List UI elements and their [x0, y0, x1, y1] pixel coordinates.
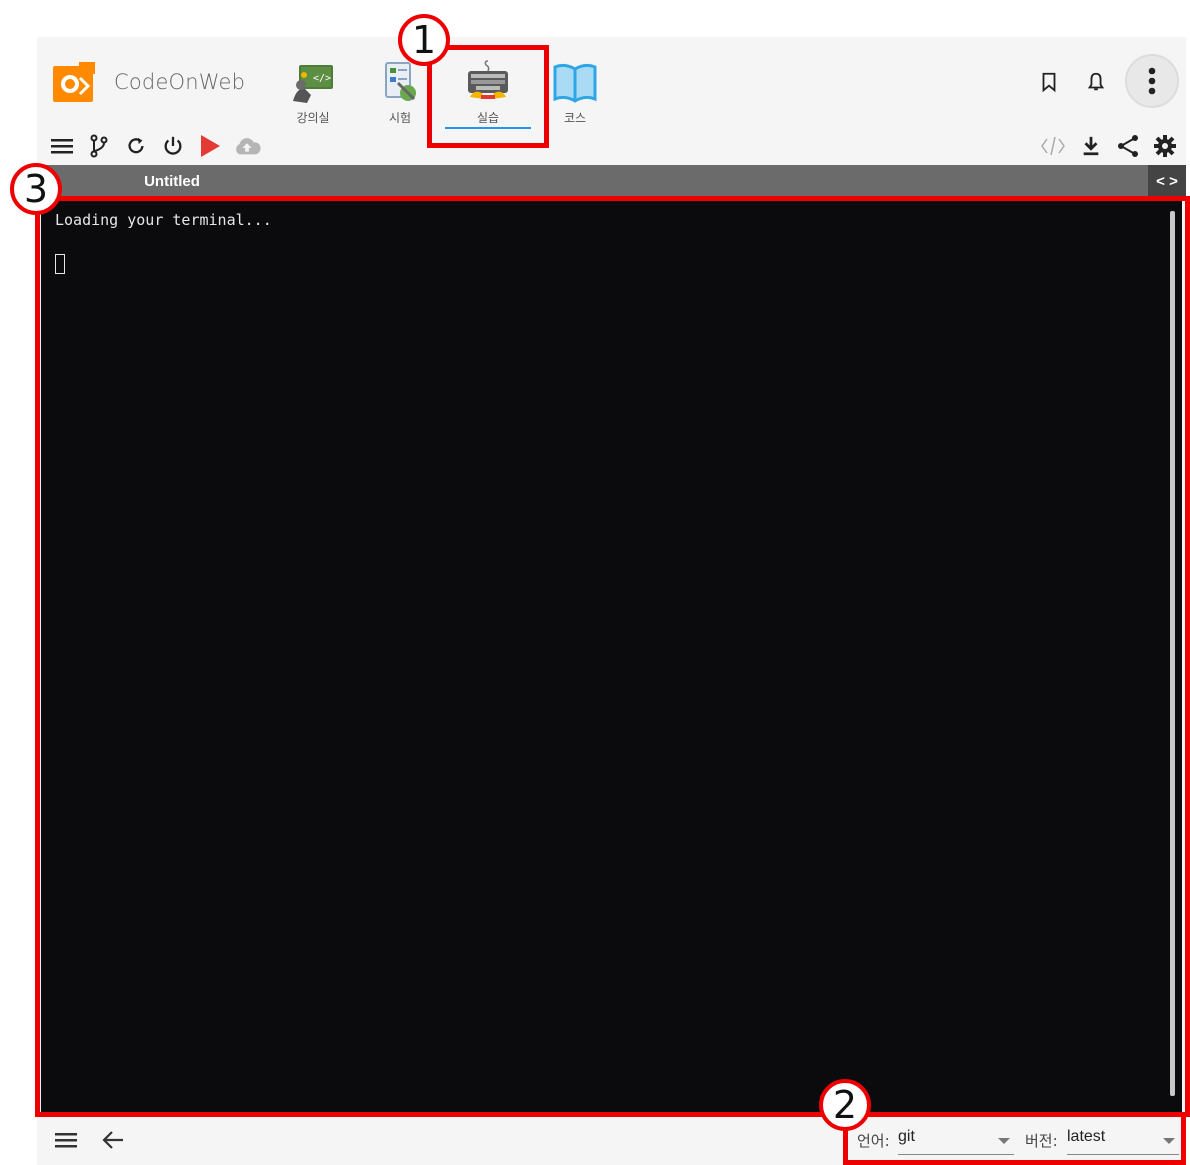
footer-menu-icon[interactable] [52, 1126, 80, 1154]
annotation-number-2: 2 [819, 1079, 871, 1131]
bookmark-icon[interactable] [1034, 67, 1064, 97]
gear-icon[interactable] [1151, 132, 1179, 160]
annotation-number-3: 3 [10, 163, 62, 215]
menu-icon[interactable] [48, 132, 76, 160]
power-icon[interactable] [159, 132, 187, 160]
tab-untitled[interactable]: Untitled [37, 165, 307, 197]
svg-text:</>: </> [313, 73, 331, 84]
toolbar [37, 132, 1186, 164]
branch-icon[interactable] [85, 132, 113, 160]
run-icon[interactable] [196, 132, 224, 160]
refresh-icon[interactable] [122, 132, 150, 160]
back-arrow-icon[interactable] [99, 1126, 127, 1154]
bell-icon[interactable] [1081, 67, 1111, 97]
expand-code-icon[interactable]: < > [1148, 165, 1186, 197]
more-vert-icon[interactable] [1125, 54, 1179, 108]
header: CodeOnWeb </> 강의실 시험 실습 코스 [37, 37, 1186, 165]
annotation-box-2 [843, 1112, 1186, 1165]
share-icon[interactable] [1114, 132, 1142, 160]
nav-label-classroom: 강의실 [296, 111, 330, 125]
classroom-icon: </> [293, 65, 333, 103]
exam-icon [385, 62, 416, 101]
annotation-number-1: 1 [398, 14, 450, 66]
brand-name: CodeOnWeb [114, 70, 246, 94]
annotation-box-3 [35, 196, 1190, 1117]
editor-tab-bar: Untitled < > [37, 165, 1186, 197]
download-icon[interactable] [1077, 132, 1105, 160]
annotation-box-1 [427, 45, 549, 148]
cloud-upload-icon[interactable] [233, 132, 261, 160]
code-icon[interactable] [1039, 132, 1067, 160]
codeonweb-logo[interactable] [53, 62, 95, 104]
nav-item-classroom[interactable]: </> 강의실 [273, 59, 353, 126]
book-icon [553, 63, 597, 103]
